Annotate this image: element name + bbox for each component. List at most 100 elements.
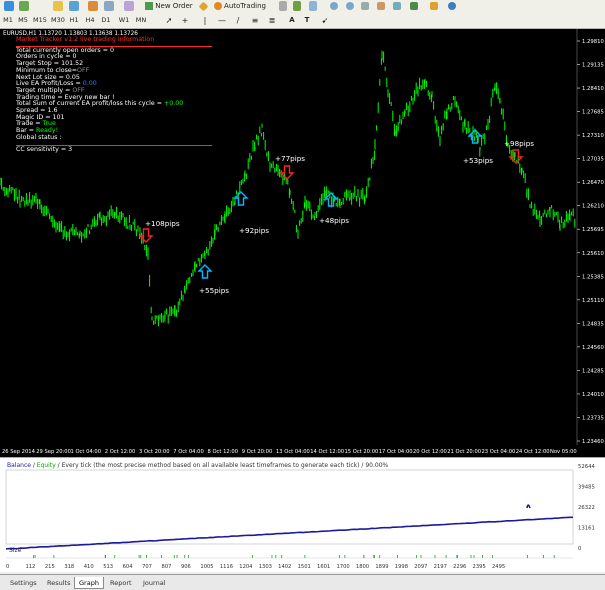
timeframe-m15[interactable]: M15 [32, 14, 48, 26]
balance-x-tick: 112 [25, 564, 35, 570]
indicators-icon[interactable] [409, 0, 419, 12]
ea-global-status: Global status : [16, 133, 62, 141]
fibonacci-icon[interactable]: ≣ [267, 14, 277, 26]
toolbar-row-standard: New Order AutoTrading [0, 0, 605, 13]
time-tick: 9 Oct 20:00 [242, 449, 273, 455]
templates-icon[interactable] [446, 0, 458, 12]
trade-label-48: +48pips [319, 216, 350, 225]
time-tick: 20 Oct 12:00 [413, 449, 447, 455]
timeframe-m1[interactable]: M1 [2, 14, 14, 26]
tab-graph[interactable]: Graph [74, 577, 104, 589]
new-chart-icon[interactable] [3, 0, 15, 12]
price-tick: 1.25385 [582, 274, 604, 280]
balance-x-tick: 2097 [414, 564, 427, 570]
text-tool-icon[interactable]: A [287, 14, 297, 26]
time-tick: 29 Sep 20:00 [36, 449, 71, 455]
time-axis-canvas: 26 Sep 2014 29 Sep 20:00 1 Oct 04:00 2 Oct … [2, 449, 577, 455]
trendline-icon[interactable]: / [233, 14, 243, 26]
toolbar: New Order AutoTrading M1 M5 M15 M30 H1 H… [0, 0, 605, 29]
periods-icon[interactable] [428, 0, 440, 12]
balance-x-tick: 2395 [473, 564, 486, 570]
buy-arrow-icon-shape [197, 264, 213, 279]
horizontal-line-icon[interactable]: — [217, 14, 227, 26]
balance-x-tick: 1402 [278, 564, 291, 570]
balance-x-tick: 1005 [200, 564, 213, 570]
timeframe-m30[interactable]: M30 [50, 14, 66, 26]
timeframe-w1[interactable]: W1 [118, 14, 130, 26]
time-tick: 17 Oct 04:00 [379, 449, 413, 455]
ea-total-sum-value: +0.00 [163, 100, 184, 108]
tab-settings[interactable]: Settings [6, 577, 41, 589]
strategy-tester-icon[interactable] [123, 0, 135, 12]
price-tick: 1.24010 [582, 392, 605, 398]
timeframe-h1[interactable]: H1 [68, 14, 80, 26]
arrows-tool-icon[interactable]: ➹ [320, 14, 330, 26]
time-tick: 7 Oct 04:00 [173, 449, 204, 455]
balance-x-tick: 1601 [317, 564, 330, 570]
zoom-in-icon[interactable] [329, 0, 339, 12]
balance-y-tick: 26322 [578, 505, 595, 511]
price-tick: 1.26210 [582, 204, 605, 210]
new-order-label: New Order [155, 2, 193, 10]
vertical-line-icon[interactable]: | [200, 14, 210, 26]
time-tick: 23 Oct 04:00 [482, 449, 516, 455]
balance-graph-canvas: 52644 39485 26322 13161 0 0 112 215 318 410 513 604… [5, 464, 595, 570]
navigator-icon[interactable] [87, 0, 99, 12]
candle-chart-icon[interactable] [292, 0, 302, 12]
ea-info-panel: Market Tracker v1.2 live trading informa… [16, 36, 212, 153]
balance-x-tick: 1998 [395, 564, 408, 570]
time-tick: 15 Oct 20:00 [345, 449, 379, 455]
price-tick: 1.29810 [582, 39, 605, 45]
tab-results[interactable]: Results [43, 577, 74, 589]
price-tick: 1.27685 [582, 110, 604, 116]
new-order-button[interactable]: New Order [141, 0, 197, 12]
autotrading-button[interactable]: AutoTrading [211, 0, 269, 12]
market-watch-icon[interactable] [52, 0, 64, 12]
timeframe-h4[interactable]: H4 [84, 14, 96, 26]
price-tick: 1.25610 [582, 251, 605, 257]
balance-y-tick: 39485 [578, 485, 595, 491]
tab-report[interactable]: Report [106, 577, 136, 589]
balance-graph-panel: Balance / Equity / Every tick (the most … [0, 457, 605, 572]
label-tool-icon[interactable]: T [302, 14, 312, 26]
timeframe-mn[interactable]: MN [134, 14, 148, 26]
balance-y-tick: 52644 [578, 464, 595, 470]
crosshair-tool-icon[interactable]: + [180, 14, 190, 26]
time-tick: 24 Oct 12:00 [516, 449, 550, 455]
tile-windows-icon[interactable] [360, 0, 370, 12]
size-label: Size [9, 547, 22, 554]
price-tick: 1.27310 [582, 133, 605, 139]
timeframe-m5[interactable]: M5 [16, 14, 30, 26]
tab-journal[interactable]: Journal [139, 577, 169, 589]
cursor-tool-icon[interactable]: ➚ [164, 14, 174, 26]
balance-x-tick: 1116 [220, 564, 233, 570]
price-tick: 1.27035 [582, 157, 604, 163]
time-tick: 21 Oct 20:00 [447, 449, 481, 455]
data-window-icon[interactable] [68, 0, 80, 12]
price-tick: 1.23735 [582, 415, 604, 421]
balance-x-tick: 0 [6, 564, 9, 570]
ea-title: Market Tracker v1.2 live trading informa… [16, 36, 155, 43]
balance-x-tick: 513 [103, 564, 113, 570]
price-tick: 1.29135 [582, 63, 604, 69]
channel-icon[interactable]: ≡ [250, 14, 260, 26]
time-tick: Nov 05:00 [550, 449, 577, 455]
autotrading-label: AutoTrading [224, 2, 266, 10]
trade-label-53: +53pips [463, 156, 494, 165]
timeframe-d1[interactable]: D1 [100, 14, 112, 26]
ea-min-close-value: OFF [77, 66, 90, 74]
chart-shift-icon[interactable] [376, 0, 386, 12]
bar-chart-icon[interactable] [278, 0, 288, 12]
zoom-out-icon[interactable] [345, 0, 355, 12]
terminal-icon[interactable] [103, 0, 115, 12]
meta-editor-icon[interactable] [197, 0, 209, 12]
balance-x-tick: 410 [84, 564, 94, 570]
auto-scroll-icon[interactable] [392, 0, 402, 12]
line-chart-icon[interactable] [308, 0, 318, 12]
balance-x-tick: 1204 [239, 564, 253, 570]
trade-label-108: +108pips [145, 219, 180, 228]
toolbar-row-timeframes: M1 M5 M15 M30 H1 H4 D1 W1 MN ➚ + | — / ≡… [0, 14, 605, 27]
sell-arrow-icon-shape [508, 149, 524, 164]
profiles-icon[interactable] [18, 0, 30, 12]
price-tick: 1.25695 [582, 227, 604, 233]
